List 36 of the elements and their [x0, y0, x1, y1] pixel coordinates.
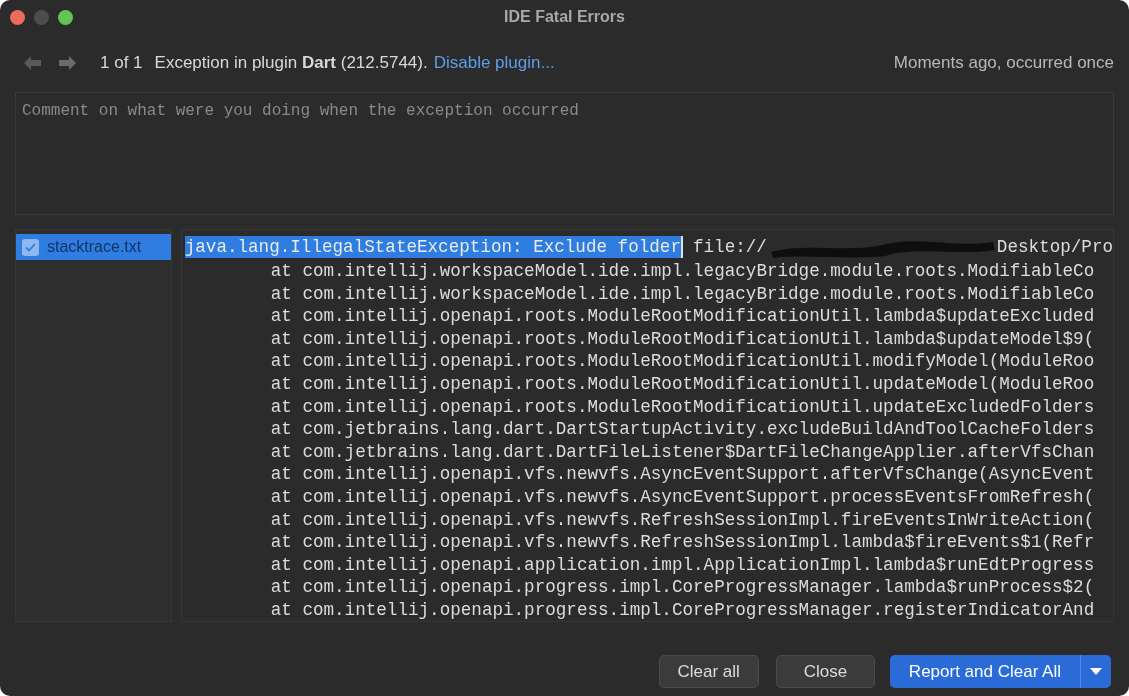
stack-frame: at com.intellij.openapi.vfs.newvfs.RefreshSessionImpl.fireEventsInWriteAction(: [184, 508, 1095, 532]
file-path-text: file://: [692, 235, 767, 259]
stack-frame: at com.intellij.openapi.roots.ModuleRootModificationUtil.modifyModel(ModuleRoo: [184, 350, 1095, 373]
stack-frame: at com.jetbrains.lang.dart.DartStartupActivity.excludeBuildAndToolCacheFolders: [184, 418, 1095, 441]
zoom-window-button[interactable]: [58, 9, 73, 25]
disable-plugin-link[interactable]: Disable plugin...: [433, 50, 555, 76]
caret-icon: [1090, 668, 1102, 675]
checkbox[interactable]: [22, 238, 39, 256]
stack-frame: at com.intellij.openapi.application.impl.ApplicationImpl.lambda$runEdtProgress: [184, 553, 1095, 577]
stack-frame: at com.intellij.openapi.vfs.newvfs.AsyncEventSupport.afterVfsChange(AsyncEvent: [184, 463, 1095, 486]
stack-frame: at com.intellij.openapi.roots.ModuleRootModificationUtil.lambda$updateExcluded: [184, 305, 1095, 328]
stack-frame: at com.intellij.openapi.roots.ModuleRootModificationUtil.lambda$updateModel$9(: [184, 327, 1095, 351]
timestamp: Moments ago, occurred once: [893, 52, 1114, 75]
stack-frame: at com.intellij.workspaceModel.ide.impl.legacyBridge.module.roots.ModifiableCo: [184, 260, 1095, 283]
minimize-window-button[interactable]: [34, 9, 49, 25]
selected-text: java.lang.IllegalStateException: Exclude folder: [184, 235, 683, 259]
forward-arrow-icon[interactable]: [59, 56, 76, 70]
stack-frame: at com.jetbrains.lang.dart.DartFileListener$DartFileChangeApplier.afterVfsChan: [184, 440, 1095, 464]
exception-message: Exception in plugin Dart (212.5744).: [154, 52, 428, 75]
stack-frame: at com.intellij.openapi.roots.ModuleRootModificationUtil.updateExcludedFolders: [184, 395, 1095, 419]
attachment-item[interactable]: stacktrace.txt: [16, 234, 171, 260]
comment-field[interactable]: Comment on what were you doing when the exception occurred: [15, 92, 1114, 215]
dialog-button[interactable]: Clear all: [658, 655, 759, 688]
error-counter: 1 of 1: [100, 52, 143, 75]
stack-frame: at com.intellij.workspaceModel.ide.impl.legacyBridge.module.roots.ModifiableCo: [184, 282, 1095, 306]
stack-frame: at com.intellij.openapi.vfs.newvfs.RefreshSessionImpl.lambda$fireEvents$1(Refr: [184, 531, 1095, 554]
checkmark-icon: [25, 242, 36, 252]
dialog-button[interactable]: Close: [775, 655, 875, 688]
stack-frame: at com.intellij.openapi.progress.impl.CoreProgressManager.registerIndicatorAnd: [184, 598, 1095, 622]
stack-frame: at com.intellij.openapi.progress.impl.CoreProgressManager.lambda$runProcess$2(: [184, 576, 1095, 599]
back-arrow-icon[interactable]: [24, 56, 41, 70]
stack-frame: at com.intellij.openapi.vfs.newvfs.AsyncEventSupport.processEventsFromRefresh(: [184, 485, 1095, 509]
window-title: IDE Fatal Errors: [503, 7, 626, 27]
close-window-button[interactable]: [10, 9, 25, 25]
file-path-text: Desktop/Pro: [996, 235, 1113, 259]
stack-frame: at com.intellij.openapi.roots.ModuleRootModificationUtil.updateModel(ModuleRoo: [184, 372, 1095, 396]
